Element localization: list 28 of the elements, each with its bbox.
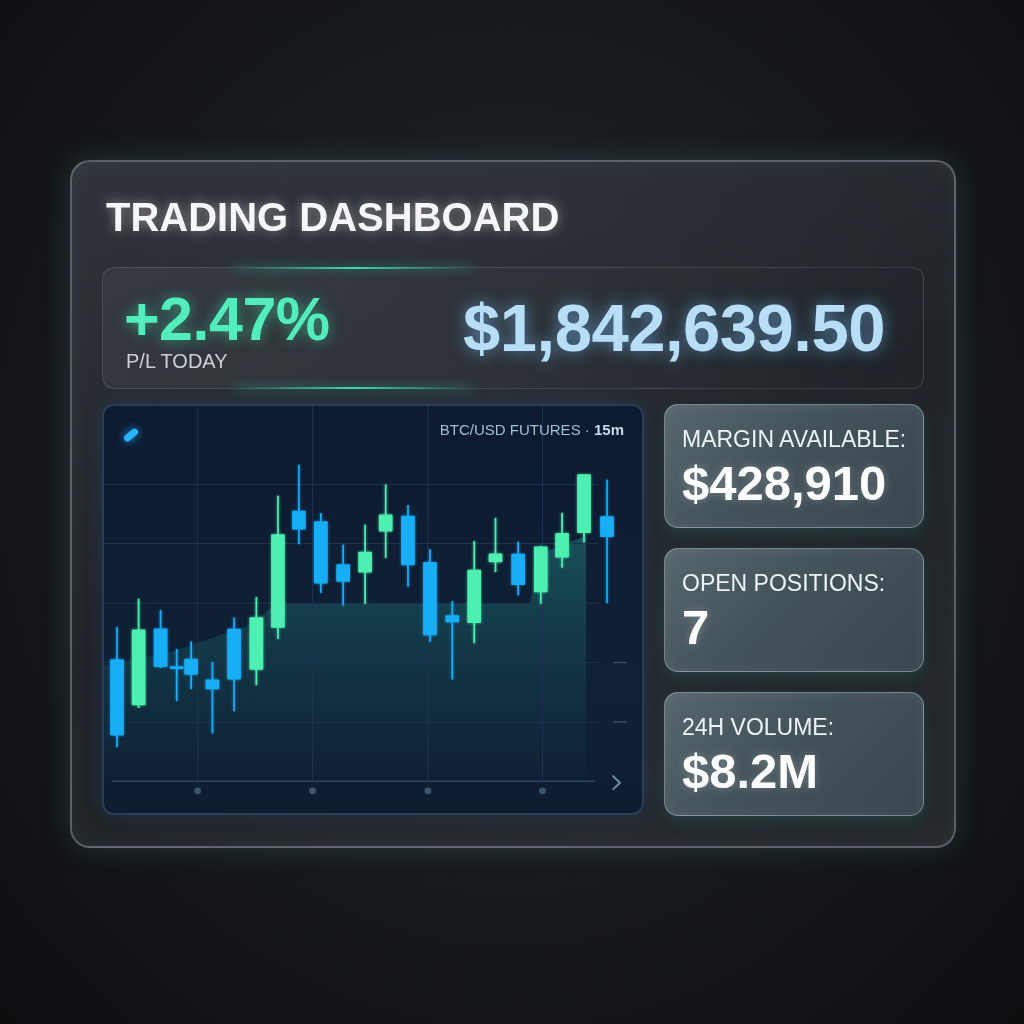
candle: [153, 610, 168, 668]
stat-label: MARGIN AVAILABLE:: [682, 427, 907, 452]
stat-value: $428,910: [682, 457, 887, 509]
tick-mark: [612, 661, 628, 664]
axis-marker-icon: [309, 787, 317, 795]
axis-marker-icon: [539, 787, 546, 795]
candle: [488, 517, 503, 573]
candle: [336, 544, 350, 606]
tick-mark: [612, 721, 628, 723]
candle: [169, 648, 184, 702]
candle: [184, 641, 198, 690]
axis-marker-icon: [424, 787, 432, 795]
stat-label: 24H VOLUME:: [682, 715, 835, 740]
candle: [533, 545, 548, 604]
chart-title: BTC/USD FUTURES · 15m: [439, 421, 624, 439]
chevron-right-icon[interactable]: [612, 775, 622, 791]
stat-value: $8.2M: [682, 745, 819, 797]
change-label: P/L TODAY: [126, 350, 228, 372]
axis-marker-icon: [194, 787, 202, 795]
account-balance: $1,842,639.50: [463, 293, 885, 363]
stat-value: 7: [682, 601, 710, 653]
percent-change: +2.47%: [124, 288, 330, 350]
dashboard-title: TRADING DASHBOARD: [106, 195, 560, 239]
capsule-icon: [122, 426, 140, 444]
candle: [511, 541, 525, 596]
candle: [577, 474, 591, 543]
candle: [555, 512, 569, 568]
stat-label: OPEN POSITIONS:: [682, 571, 886, 596]
